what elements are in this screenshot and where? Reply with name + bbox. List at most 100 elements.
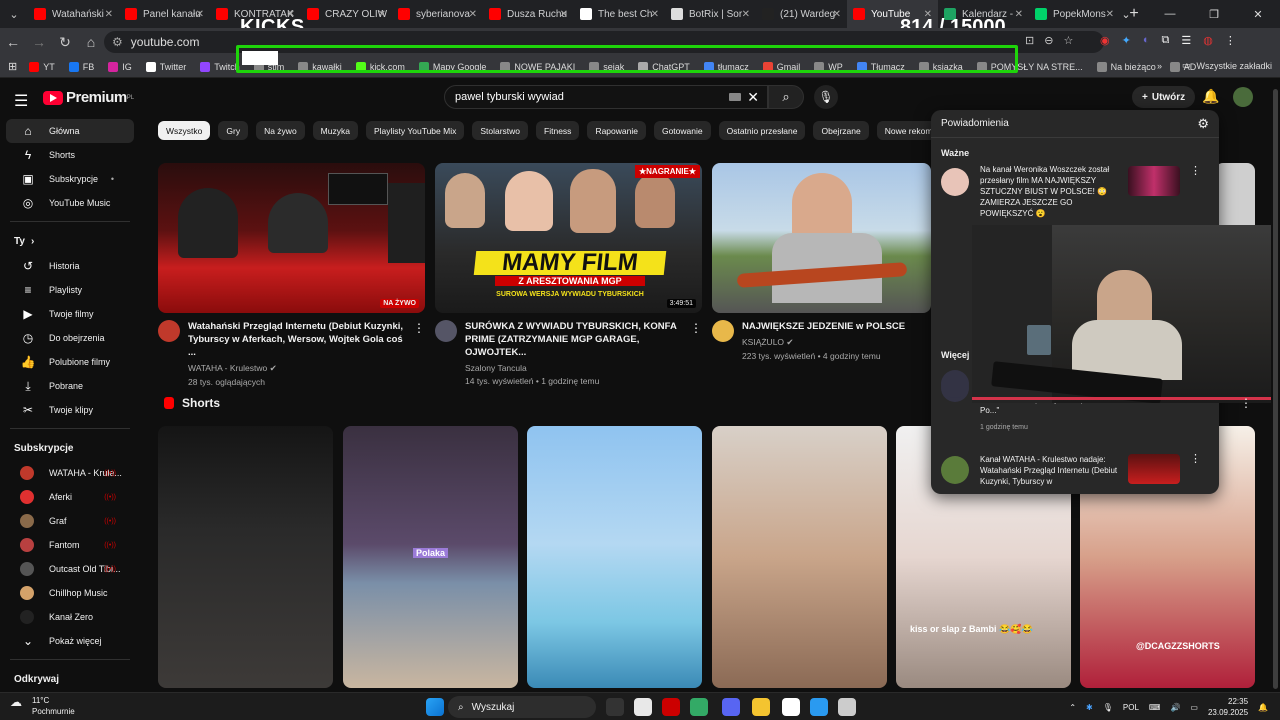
video-thumbnail[interactable]	[712, 163, 931, 313]
close-window-button[interactable]: ✕	[1236, 0, 1280, 28]
notification-menu-icon[interactable]: ⋮	[1190, 452, 1201, 465]
sidebar-subscription[interactable]: Kanał Zero	[6, 605, 134, 629]
weather-widget[interactable]: ☁ 11°C Pochmurnie	[10, 695, 75, 717]
zoom-icon[interactable]: ⊖	[1044, 34, 1053, 47]
short-card[interactable]	[158, 426, 333, 688]
task-view-icon[interactable]	[606, 698, 624, 716]
sidebar-you-heading[interactable]: Ty ›	[0, 228, 140, 254]
taskbar-search[interactable]: ⌕ Wyszukaj	[448, 696, 596, 718]
sidebar-subscription[interactable]: Fantom ((•))	[6, 533, 134, 557]
video-title[interactable]: SURÓWKA Z WYWIADU TYBURSKICH, KONFA PRIM…	[465, 320, 690, 359]
browser-menu-icon[interactable]: ⋮	[1225, 34, 1236, 47]
discord-icon[interactable]	[722, 698, 740, 716]
browser-tab[interactable]: Watahański ✕	[28, 0, 119, 28]
tab-close-icon[interactable]: ✕	[833, 9, 841, 20]
file-explorer-icon[interactable]	[752, 698, 770, 716]
install-app-icon[interactable]: ⊡	[1025, 34, 1034, 47]
notifications-bell-icon[interactable]: 🔔	[1202, 88, 1219, 105]
clock[interactable]: 22:35 23.09.2025	[1208, 696, 1248, 718]
search-button[interactable]: ⌕	[768, 85, 804, 109]
browser-tab[interactable]: Dusza Ruchu ✕	[483, 0, 574, 28]
tray-overflow-icon[interactable]: ⌃	[1069, 703, 1076, 712]
video-menu-icon[interactable]: ⋮	[690, 321, 702, 335]
sidebar-item[interactable]: ✂ Twoje klipy	[6, 398, 134, 422]
home-icon[interactable]: ⌂	[78, 34, 104, 50]
browser-tab[interactable]: syberianova ✕	[392, 0, 483, 28]
opera-icon[interactable]	[662, 698, 680, 716]
profile-icon[interactable]: ◍	[1203, 34, 1213, 47]
volume-icon[interactable]: 🔊	[1170, 703, 1180, 712]
video-card[interactable]: NAJWIĘKSZE JEDZENIE w POLSCE KSIĄŻULO ✔ …	[712, 163, 931, 361]
filter-chip[interactable]: Rapowanie	[587, 121, 646, 140]
browser-tab[interactable]: (21) Wardeg ✕	[756, 0, 847, 28]
battery-icon[interactable]: ▭	[1190, 703, 1198, 712]
sidebar-item[interactable]: ↺ Historia	[6, 254, 134, 278]
video-card[interactable]: ★NAGRANIE★ MAMY FILM Z ARESZTOWANIA MGP …	[435, 163, 702, 386]
browser-tab[interactable]: CRAZY OLIW ✕	[301, 0, 392, 28]
video-card[interactable]: NA ŻYWO Watahański Przegląd Internetu (D…	[158, 163, 425, 387]
create-button[interactable]: + Utwórz	[1132, 86, 1196, 108]
filter-chip[interactable]: Gry	[218, 121, 249, 140]
bookmark-star-icon[interactable]: ☆	[1063, 34, 1073, 47]
tab-close-icon[interactable]: ✕	[105, 9, 113, 20]
browser-tab[interactable]: BotRix | Sor ✕	[665, 0, 756, 28]
filter-chip[interactable]: Wszystko	[158, 121, 211, 140]
bluetooth-icon[interactable]: ✱	[1086, 703, 1093, 712]
browser-tab[interactable]: Panel kanału ✕	[119, 0, 210, 28]
apps-grid-icon[interactable]: ⊞	[8, 60, 17, 73]
bookmarks-overflow-icon[interactable]: »	[1157, 61, 1162, 71]
back-button[interactable]: ←	[0, 34, 26, 50]
hamburger-menu-icon[interactable]: ☰	[14, 91, 28, 111]
vpn-icon[interactable]	[690, 698, 708, 716]
calculator-icon[interactable]	[838, 698, 856, 716]
site-info-icon[interactable]: ⚙	[112, 35, 123, 49]
browser-tab[interactable]: The best Ch ✕	[574, 0, 665, 28]
all-bookmarks[interactable]: Wszystkie zakładki	[1196, 61, 1272, 71]
sidebar-subscription[interactable]: Aferki ((•))	[6, 485, 134, 509]
sidebar-subscription[interactable]: Graf ((•))	[6, 509, 134, 533]
show-more-button[interactable]: ⌄ Pokaż więcej	[6, 629, 134, 653]
video-thumbnail[interactable]: NA ŻYWO	[158, 163, 425, 313]
bookmark[interactable]: Na bieżąco	[1096, 61, 1156, 72]
bookmark[interactable]: Twitch	[200, 61, 240, 72]
record-extension-icon[interactable]: ◉	[1100, 34, 1110, 47]
tab-close-icon[interactable]: ✕	[742, 9, 750, 20]
tab-close-icon[interactable]: ✕	[651, 9, 659, 20]
keyboard-icon[interactable]	[729, 93, 741, 101]
gear-icon[interactable]: ⚙	[1197, 116, 1209, 132]
notion-icon[interactable]	[782, 698, 800, 716]
short-card[interactable]: Polaka	[343, 426, 518, 688]
channel-avatar[interactable]	[712, 320, 734, 342]
short-card[interactable]	[712, 426, 887, 688]
extension-icon[interactable]: ◐	[1143, 34, 1150, 47]
tab-close-icon[interactable]: ✕	[378, 9, 386, 20]
avatar[interactable]	[1233, 87, 1253, 107]
bookmark[interactable]: YT	[29, 61, 55, 72]
bookmark[interactable]: IG	[108, 61, 132, 72]
reload-button[interactable]: ↻	[52, 34, 78, 51]
sidebar-subscription[interactable]: WATAHA - Krule... ((•))	[6, 461, 134, 485]
network-icon[interactable]: ⌨	[1149, 703, 1161, 712]
filter-chip[interactable]: Gotowanie	[653, 121, 711, 140]
filter-chip[interactable]: Ostatnio przesłane	[718, 121, 806, 140]
notification-item[interactable]: Na kanał Weronika Woszczek został przesł…	[931, 162, 1219, 220]
filter-chip[interactable]: Stolarstwo	[472, 121, 529, 140]
extensions-puzzle-icon[interactable]: ⧉	[1161, 34, 1169, 47]
tab-close-icon[interactable]: ✕	[1015, 9, 1023, 20]
language-indicator[interactable]: POL	[1123, 703, 1139, 712]
notifications-icon[interactable]: 🔔	[1258, 703, 1268, 712]
filter-chip[interactable]: Obejrzane	[813, 121, 869, 140]
search-input[interactable]: pawel tyburski wywiad ✕	[444, 85, 768, 109]
sidebar-subscription[interactable]: Outcast Old Tibi... ((•))	[6, 557, 134, 581]
sidebar-item[interactable]: ϟ Shorts	[6, 143, 134, 167]
sidebar-item[interactable]: ◷ Do obejrzenia	[6, 326, 134, 350]
filter-chip[interactable]: Muzyka	[312, 121, 358, 140]
notification-item[interactable]: Kanał WATAHA - Krulestwo nadaje: Watahań…	[931, 450, 1219, 494]
sidebar-item[interactable]: ⤓ Pobrane	[6, 374, 134, 398]
voice-search-button[interactable]: 🎙	[814, 85, 838, 109]
shorts-menu-icon[interactable]: ⋮	[1240, 396, 1252, 410]
tab-close-icon[interactable]: ✕	[196, 9, 204, 20]
tab-list-icon[interactable]: ⌄	[1104, 0, 1148, 28]
channel-name[interactable]: Szalony Tancula	[465, 363, 690, 373]
tab-search-button[interactable]: ⌄	[0, 0, 28, 28]
